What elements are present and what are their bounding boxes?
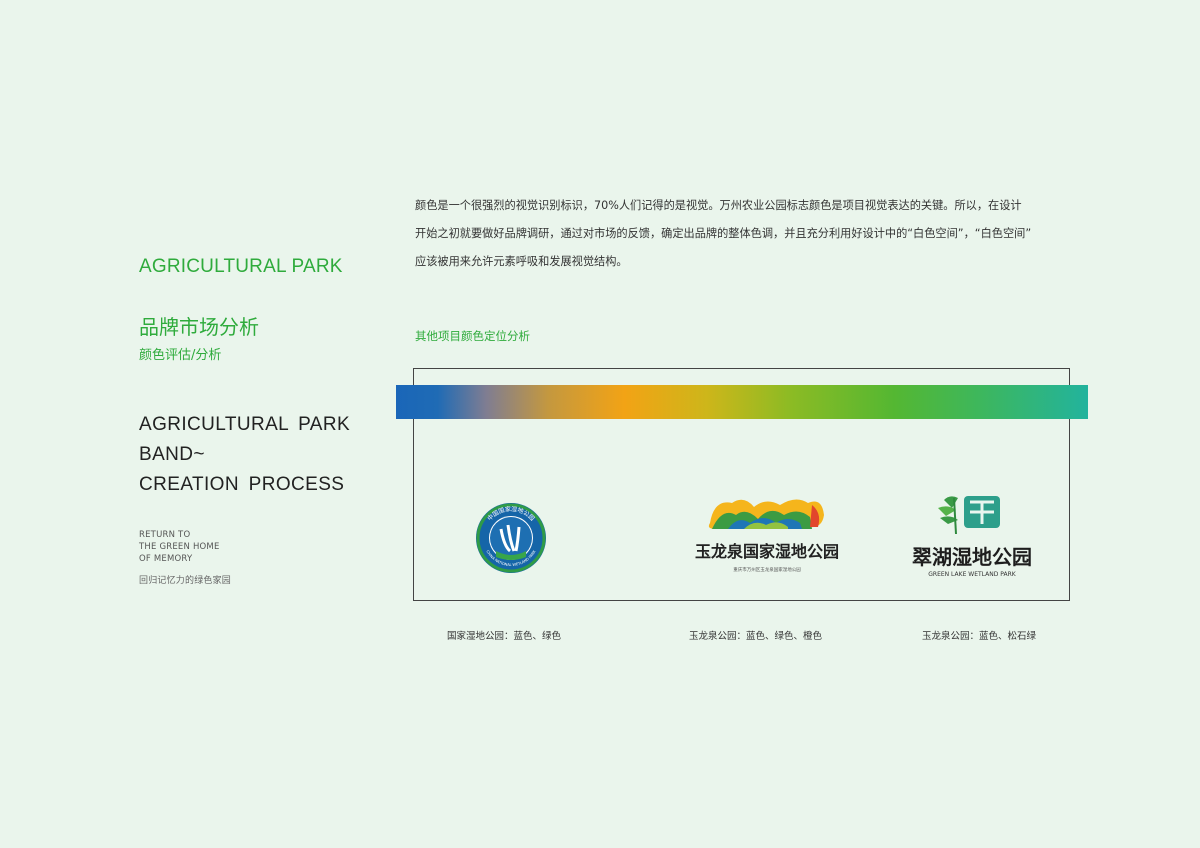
logo2-sub: 重庆市万州区玉龙泉国家湿地公园 (733, 566, 801, 573)
intro-line-1: 颜色是一个很强烈的视觉识别标识，70%人们记得的是视觉。万州农业公园标志颜色是项… (415, 199, 1022, 212)
english-title: AGRICULTURAL PARK (139, 256, 343, 277)
process-line-2: BAND~ (139, 444, 205, 465)
logo3-name: 翠湖湿地公园 (912, 545, 1032, 569)
return-line-2: THE GREEN HOME (139, 542, 220, 552)
return-line-1: RETURN TO (139, 530, 191, 540)
caption-green-lake: 玉龙泉公园：蓝色、松石绿 (922, 631, 1037, 642)
logo2-name: 玉龙泉国家湿地公园 (695, 542, 839, 561)
national-wetland-park-logo: 中国国家湿地公园 CHINA NATIONAL WETLAND PARK (476, 503, 546, 573)
section-title: 其他项目颜色定位分析 (415, 329, 530, 343)
caption-national: 国家湿地公园：蓝色、绿色 (447, 631, 562, 642)
process-line-1: AGRICULTURAL PARK (139, 414, 351, 435)
process-line-3: CREATION PROCESS (139, 474, 345, 495)
return-chinese: 回归记忆力的绿色家园 (139, 576, 232, 586)
logo3-sub: GREEN LAKE WETLAND PARK (928, 571, 1017, 578)
return-line-3: OF MEMORY (139, 554, 193, 564)
chinese-title: 品牌市场分析 (139, 315, 259, 339)
yulongquan-park-logo: 玉龙泉国家湿地公园 重庆市万州区玉龙泉国家湿地公园 (695, 499, 839, 573)
intro-line-3: 应该被用来允许元素呼吸和发展视觉结构。 (415, 255, 628, 268)
green-lake-park-logo: 翠湖湿地公园 GREEN LAKE WETLAND PARK (912, 496, 1032, 578)
caption-yulongquan: 玉龙泉公园：蓝色、绿色、橙色 (689, 631, 823, 642)
chinese-subtitle: 颜色评估/分析 (139, 348, 222, 363)
intro-line-2: 开始之初就要做好品牌调研，通过对市场的反馈，确定出品牌的整体色调，并且充分利用好… (415, 227, 1032, 240)
color-gradient-bar (396, 385, 1088, 419)
